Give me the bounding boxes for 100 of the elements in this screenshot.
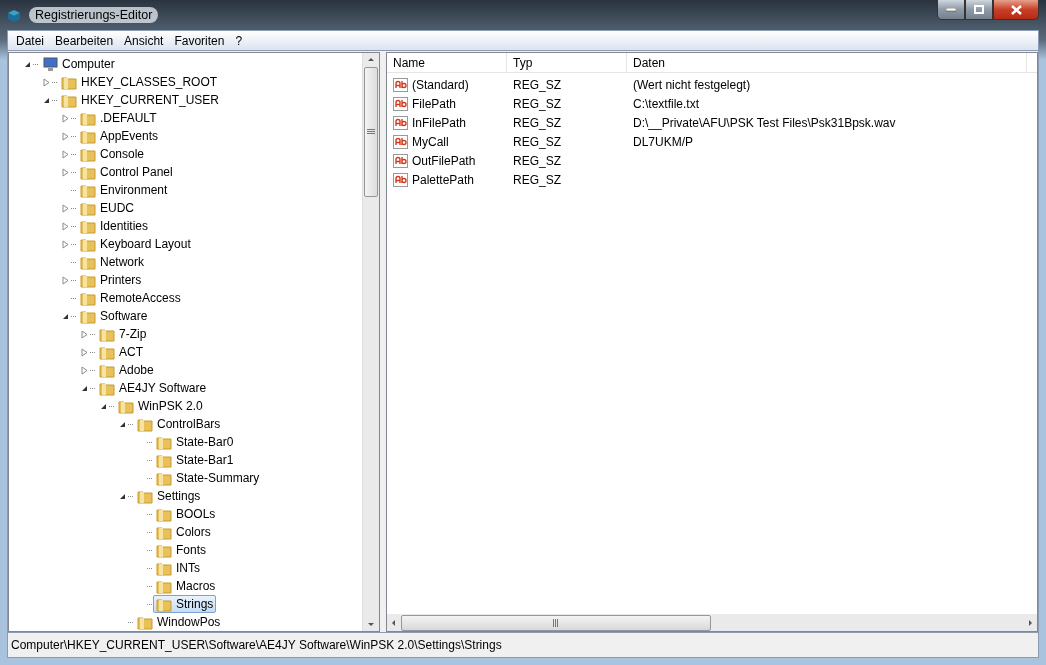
folder-icon xyxy=(156,524,172,540)
expand-toggle[interactable] xyxy=(59,274,71,286)
tree-item[interactable]: AppEvents xyxy=(77,127,162,145)
value-name: FilePath xyxy=(412,96,457,111)
expand-toggle[interactable] xyxy=(59,130,71,142)
minimize-button[interactable] xyxy=(937,0,965,20)
scrollbar-thumb[interactable] xyxy=(401,614,711,631)
tree-item[interactable]: Macros xyxy=(153,577,219,595)
status-bar: Computer\HKEY_CURRENT_USER\Software\AE4JY Software\WinPSK 2.0\Settings\Strings xyxy=(7,632,1039,658)
tree-item[interactable]: BOOLs xyxy=(153,505,219,523)
string-value-icon xyxy=(393,114,409,131)
value-name: PalettePath xyxy=(412,172,475,187)
string-value-icon xyxy=(393,95,409,112)
expand-toggle[interactable] xyxy=(59,148,71,160)
tree-item[interactable]: Fonts xyxy=(153,541,209,559)
tree-item[interactable]: WindowPos xyxy=(134,613,224,631)
tree-item[interactable]: HKEY_CLASSES_ROOT xyxy=(58,73,221,91)
string-value-icon xyxy=(393,133,409,150)
value-name: MyCall xyxy=(412,134,449,149)
string-value-icon xyxy=(393,76,409,93)
tree-item[interactable]: ControlBars xyxy=(134,415,224,433)
tree-item[interactable]: .DEFAULT xyxy=(77,109,160,127)
tree-item[interactable]: Identities xyxy=(77,217,152,235)
value-type: REG_SZ xyxy=(512,77,562,92)
folder-icon xyxy=(156,434,172,450)
string-value-icon xyxy=(393,171,409,188)
column-header[interactable]: Typ xyxy=(507,53,627,72)
folder-icon xyxy=(80,254,96,270)
tree-item[interactable]: Environment xyxy=(77,181,171,199)
tree-item[interactable]: ACT xyxy=(96,343,146,361)
tree-item[interactable]: HKEY_CURRENT_USER xyxy=(58,91,223,109)
column-header[interactable]: Daten xyxy=(627,53,1027,72)
folder-icon xyxy=(80,200,96,216)
tree-item[interactable]: State-Bar1 xyxy=(153,451,237,469)
tree-item[interactable]: Strings xyxy=(153,595,217,613)
tree-item[interactable]: Printers xyxy=(77,271,145,289)
value-data: D:\__Private\AFU\PSK Test Files\Psk31Bpsk.wav xyxy=(632,115,897,130)
expanded-triangle-icon xyxy=(23,60,31,68)
tree-item[interactable]: Network xyxy=(77,253,147,271)
menu-item[interactable]: Ansicht xyxy=(120,33,171,48)
tree-item[interactable]: Computer xyxy=(39,55,118,73)
value-type: REG_SZ xyxy=(512,172,562,187)
folder-icon xyxy=(156,470,172,486)
folder-icon xyxy=(61,92,77,108)
folder-icon xyxy=(99,380,115,396)
expand-toggle[interactable] xyxy=(59,238,71,250)
menu-item[interactable]: Favoriten xyxy=(170,33,232,48)
folder-icon xyxy=(118,398,134,414)
tree-item[interactable]: Adobe xyxy=(96,361,157,379)
tree-item[interactable]: State-Summary xyxy=(153,469,263,487)
window-title: Registrierungs-Editor xyxy=(29,7,159,23)
tree-item[interactable]: Console xyxy=(77,145,148,163)
tree-item[interactable]: RemoteAccess xyxy=(77,289,184,307)
folder-icon xyxy=(80,218,96,234)
expand-toggle[interactable] xyxy=(59,202,71,214)
registry-icon xyxy=(7,7,23,23)
expand-toggle[interactable] xyxy=(78,328,90,340)
folder-icon xyxy=(80,236,96,252)
folder-icon xyxy=(99,362,115,378)
folder-icon xyxy=(156,578,172,594)
folder-icon xyxy=(80,110,96,126)
value-type: REG_SZ xyxy=(512,134,562,149)
expanded-triangle-icon xyxy=(118,420,126,428)
tree-item[interactable]: INTs xyxy=(153,559,203,577)
maximize-button[interactable] xyxy=(965,0,993,20)
expand-toggle[interactable] xyxy=(40,76,52,88)
menu-item[interactable]: Bearbeiten xyxy=(51,33,121,48)
tree-item[interactable]: WinPSK 2.0 xyxy=(115,397,206,415)
folder-icon xyxy=(137,488,153,504)
folder-icon xyxy=(80,182,96,198)
menu-item[interactable]: Datei xyxy=(12,33,51,48)
value-name: OutFilePath xyxy=(412,153,476,168)
value-data: DL7UKM/P xyxy=(632,134,695,149)
folder-icon xyxy=(80,128,96,144)
close-icon xyxy=(1010,4,1022,15)
scrollbar-thumb[interactable] xyxy=(364,67,378,197)
tree-item[interactable]: AE4JY Software xyxy=(96,379,210,397)
value-data: C:\textfile.txt xyxy=(632,96,701,111)
value-name: (Standard) xyxy=(412,77,469,92)
expand-toggle[interactable] xyxy=(59,166,71,178)
folder-icon xyxy=(137,614,153,630)
expand-toggle[interactable] xyxy=(78,364,90,376)
folder-icon xyxy=(156,452,172,468)
tree-item[interactable]: Keyboard Layout xyxy=(77,235,194,253)
value-type: REG_SZ xyxy=(512,115,562,130)
menu-item[interactable]: ? xyxy=(231,33,250,48)
tree-item[interactable]: 7-Zip xyxy=(96,325,150,343)
tree-item[interactable]: State-Bar0 xyxy=(153,433,237,451)
value-name: InFilePath xyxy=(412,115,467,130)
tree-item[interactable]: Settings xyxy=(134,487,204,505)
tree-item[interactable]: Control Panel xyxy=(77,163,176,181)
expand-toggle[interactable] xyxy=(59,220,71,232)
close-button[interactable] xyxy=(993,0,1039,20)
tree-item[interactable]: EUDC xyxy=(77,199,137,217)
tree-item[interactable]: Software xyxy=(77,307,151,325)
tree-item[interactable]: Colors xyxy=(153,523,214,541)
expand-toggle[interactable] xyxy=(59,112,71,124)
value-type: REG_SZ xyxy=(512,96,562,111)
expand-toggle[interactable] xyxy=(78,346,90,358)
column-header[interactable]: Name xyxy=(387,53,507,72)
